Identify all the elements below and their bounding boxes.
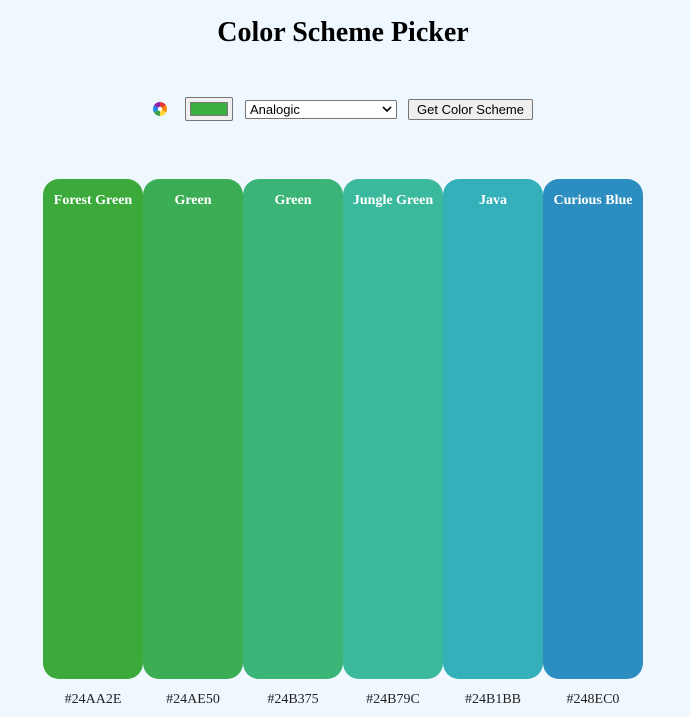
color-input[interactable] [185,97,233,121]
hex-code: #24B1BB [464,692,521,707]
hex-code: #24B375 [267,692,319,707]
color-name: Green [174,193,212,208]
scheme-mode-select[interactable]: Analogic [245,100,397,119]
color-column: Forest Green [43,179,143,679]
color-column: Curious Blue [543,179,643,679]
color-column: Green [243,179,343,679]
hex-code: #24B79C [366,692,420,707]
color-column: Jungle Green [343,179,443,679]
hex-code: #248EC0 [566,692,620,707]
color-scheme-columns: Forest Green Green Green Jungle Green Java Cu… [43,179,643,679]
controls-bar: Analogic Get Color Scheme [0,96,686,124]
color-name: Java [479,193,507,208]
page-title: Color Scheme Picker [217,17,469,48]
color-wheel-icon [153,102,167,116]
get-color-scheme-button[interactable]: Get Color Scheme [408,99,533,120]
color-column: Green [143,179,243,679]
scheme-mode-selected: Analogic [250,102,300,117]
color-column: Java [443,179,543,679]
color-name: Curious Blue [553,193,633,208]
hex-code: #24AA2E [64,692,122,707]
color-name: Green [274,193,312,208]
color-name: Forest Green [53,193,133,208]
chevron-down-icon [382,106,392,113]
color-name: Jungle Green [352,193,434,208]
hex-code: #24AE50 [166,692,220,707]
color-input-swatch [190,102,228,116]
